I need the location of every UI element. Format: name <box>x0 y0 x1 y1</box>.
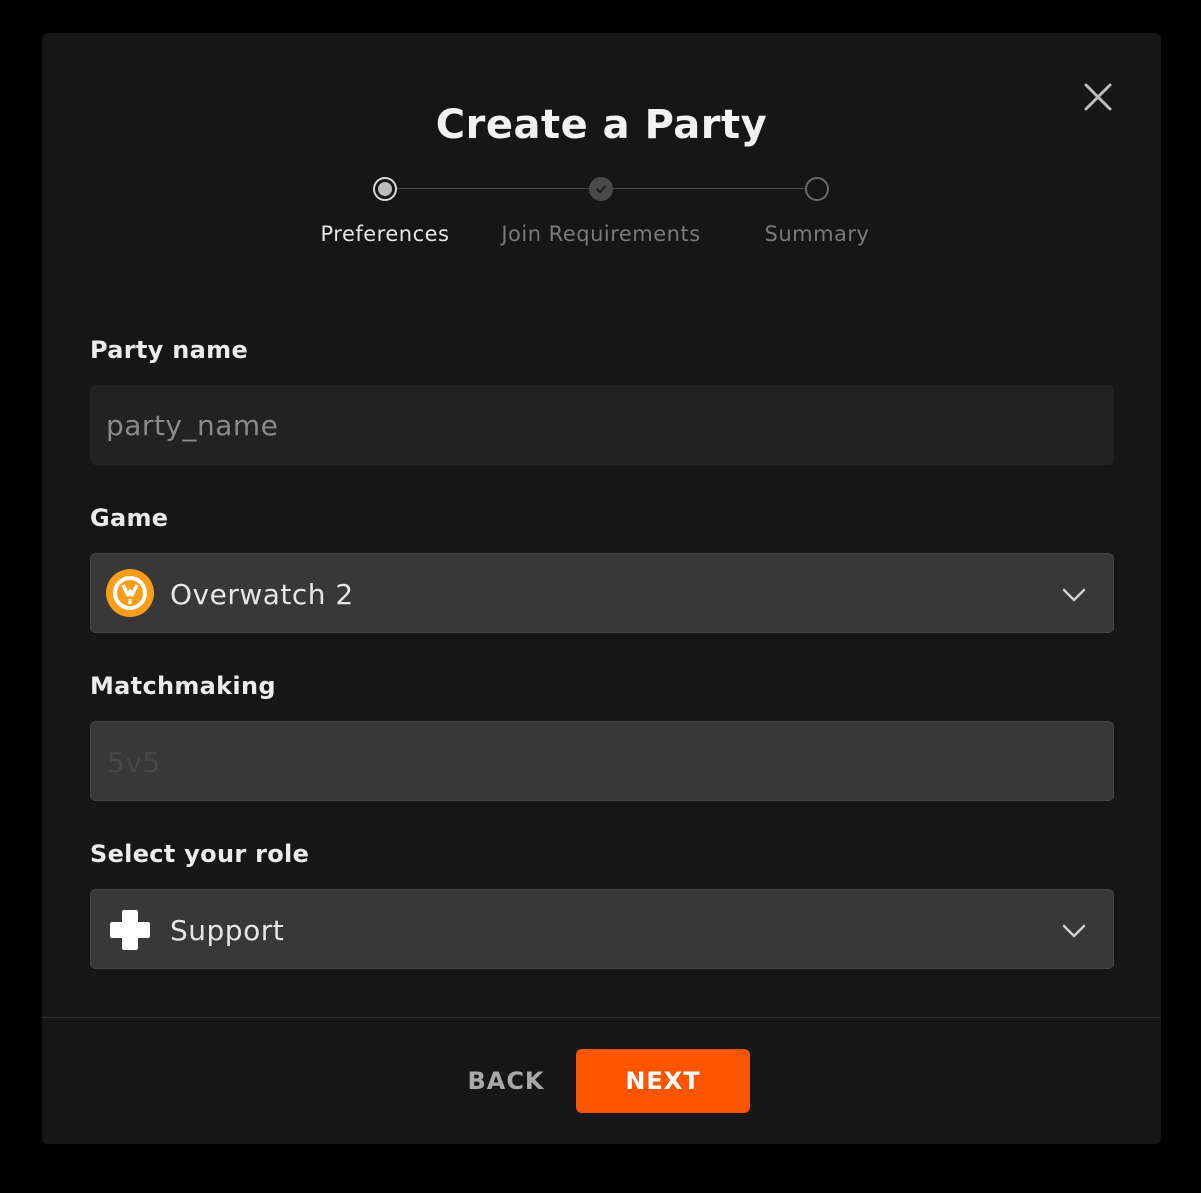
next-button[interactable]: NEXT <box>576 1049 750 1113</box>
game-label: Game <box>90 504 169 532</box>
close-icon[interactable] <box>1080 79 1116 115</box>
step-active-icon <box>373 177 397 201</box>
step-label: Summary <box>764 222 870 246</box>
check-icon <box>589 177 613 201</box>
chevron-down-icon <box>1061 918 1087 944</box>
support-role-icon <box>108 908 152 952</box>
party-name-placeholder: party_name <box>106 408 279 442</box>
stepper: Preferences Join Requirements Summary <box>42 175 1161 255</box>
game-select[interactable]: Overwatch 2 <box>90 553 1114 633</box>
step-label: Preferences <box>320 222 450 246</box>
overwatch-logo-icon <box>106 569 154 617</box>
party-name-label: Party name <box>90 336 249 364</box>
game-value: Overwatch 2 <box>170 577 354 611</box>
step-label: Join Requirements <box>501 222 701 246</box>
chevron-down-icon <box>1061 582 1087 608</box>
matchmaking-input[interactable]: 5v5 <box>90 721 1114 801</box>
matchmaking-placeholder: 5v5 <box>107 745 161 779</box>
party-name-input[interactable]: party_name <box>90 385 1114 465</box>
matchmaking-label: Matchmaking <box>90 672 276 700</box>
create-party-modal: Create a Party Preferences Join Requirem… <box>42 33 1161 1144</box>
modal-title: Create a Party <box>435 102 768 148</box>
footer-divider <box>42 1017 1161 1018</box>
role-label: Select your role <box>90 840 310 868</box>
role-select[interactable]: Support <box>90 889 1114 969</box>
role-value: Support <box>170 913 285 947</box>
step-pending-icon <box>805 177 829 201</box>
back-button[interactable]: BACK <box>450 1049 562 1113</box>
